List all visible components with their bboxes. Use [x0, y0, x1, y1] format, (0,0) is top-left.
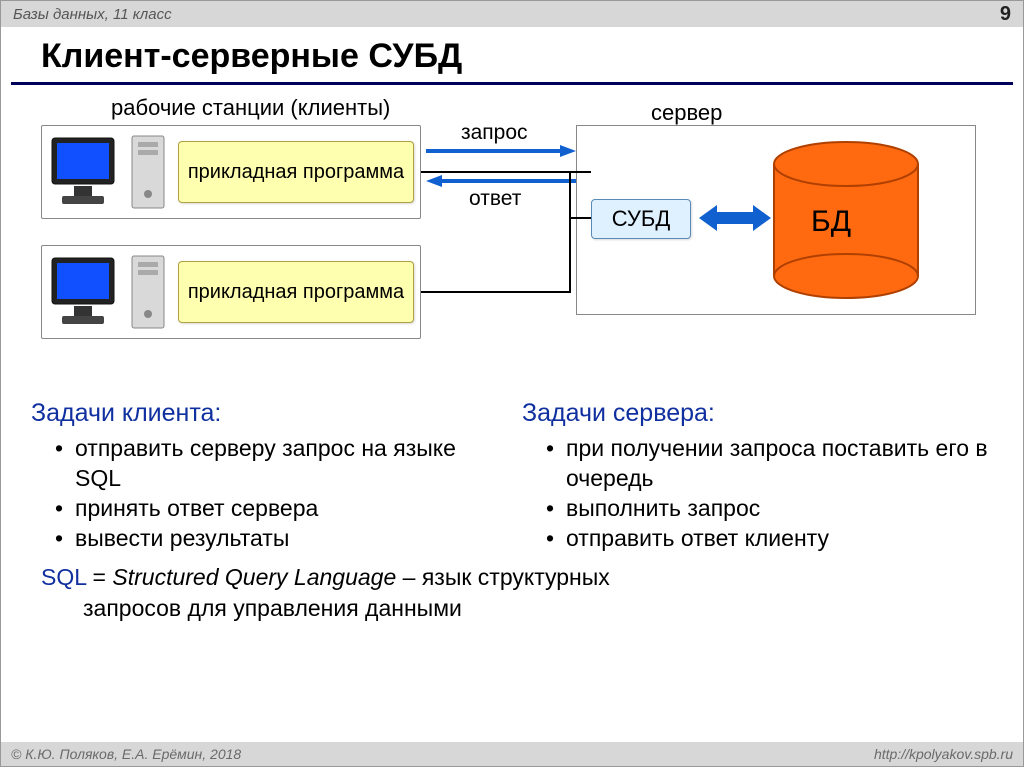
- arrow-left-icon: [426, 175, 576, 187]
- connector-line: [421, 291, 571, 293]
- sql-prefix: SQL: [41, 564, 86, 590]
- tasks-columns: Задачи клиента: отправить серверу запрос…: [31, 399, 993, 554]
- workstations-label: рабочие станции (клиенты): [111, 95, 390, 121]
- client-box-2: прикладная программа: [41, 245, 421, 339]
- db-label: БД: [811, 205, 851, 239]
- app-box: прикладная программа: [178, 141, 414, 203]
- sql-english: Structured Query Language: [112, 564, 396, 590]
- tower-icon: [128, 252, 168, 332]
- tower-icon: [128, 132, 168, 212]
- response-label: ответ: [469, 187, 521, 211]
- sql-line2: запросов для управления данными: [41, 593, 993, 624]
- list-item: отправить ответ клиенту: [546, 524, 993, 554]
- monitor-icon: [48, 252, 118, 332]
- monitor-icon: [48, 132, 118, 212]
- server-tasks-heading: Задачи сервера:: [522, 399, 993, 428]
- app-box: прикладная программа: [178, 261, 414, 323]
- copyright: © К.Ю. Поляков, Е.А. Ерёмин, 2018: [11, 746, 241, 762]
- topbar: Базы данных, 11 класс 9: [1, 1, 1023, 27]
- connector-line: [569, 217, 591, 219]
- request-label: запрос: [461, 121, 528, 145]
- list-item: при получении запроса поставить его в оч…: [546, 434, 993, 494]
- list-item: принять ответ сервера: [55, 494, 502, 524]
- server-label: сервер: [651, 100, 722, 126]
- client-box-1: прикладная программа: [41, 125, 421, 219]
- list-item: выполнить запрос: [546, 494, 993, 524]
- footer: © К.Ю. Поляков, Е.А. Ерёмин, 2018 http:/…: [1, 742, 1023, 766]
- client-tasks: Задачи клиента: отправить серверу запрос…: [31, 399, 502, 554]
- sql-note: SQL = Structured Query Language – язык с…: [41, 562, 993, 624]
- subd-box: СУБД: [591, 199, 691, 239]
- footer-url: http://kpolyakov.spb.ru: [874, 746, 1013, 762]
- sql-eq: =: [86, 564, 112, 590]
- breadcrumb: Базы данных, 11 класс: [13, 6, 172, 23]
- list-item: отправить серверу запрос на языке SQL: [55, 434, 502, 494]
- connector-line: [569, 171, 571, 293]
- page-number: 9: [1000, 3, 1011, 26]
- page-title: Клиент-серверные СУБД: [11, 27, 1013, 85]
- connector-line: [421, 171, 591, 173]
- diagram: рабочие станции (клиенты) сервер приклад…: [21, 95, 1003, 395]
- sql-rest: – язык структурных: [396, 564, 610, 590]
- list-item: вывести результаты: [55, 524, 502, 554]
- double-arrow-icon: [699, 203, 771, 233]
- server-tasks: Задачи сервера: при получении запроса по…: [522, 399, 993, 554]
- client-tasks-heading: Задачи клиента:: [31, 399, 502, 428]
- arrow-right-icon: [426, 145, 576, 157]
